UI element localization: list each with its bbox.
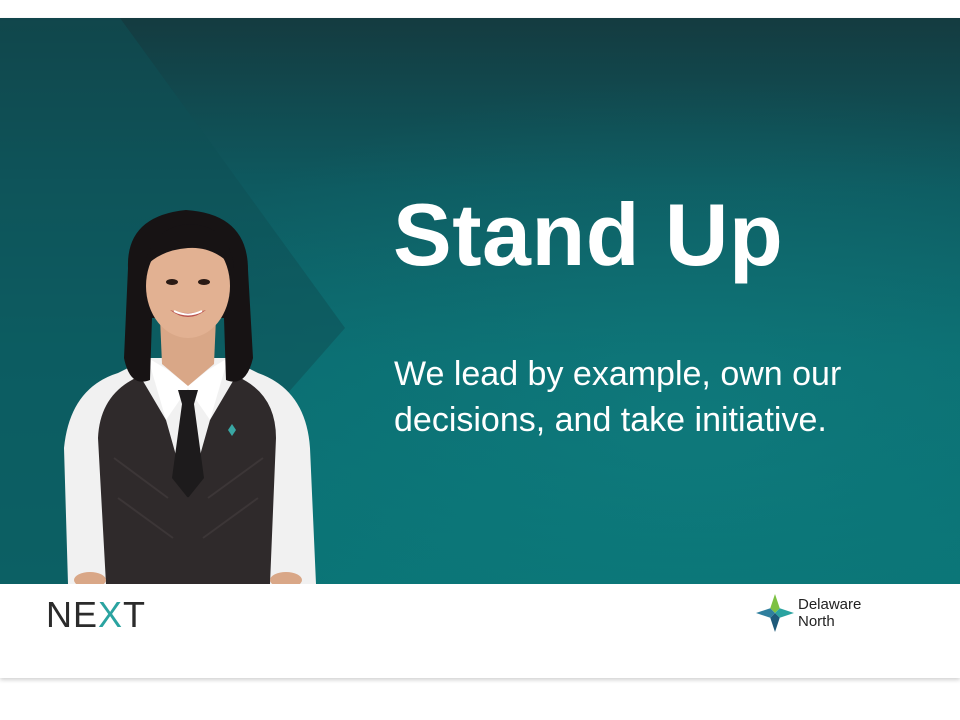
next-logo: NEXT	[46, 597, 146, 633]
delaware-north-logo: Delaware North	[756, 594, 886, 638]
footer-bar: NEXT Delaware North	[0, 584, 960, 678]
slide: Stand Up We lead by example, own our dec…	[0, 18, 960, 678]
delaware-north-wordmark: Delaware North	[798, 596, 861, 630]
employee-photo	[64, 210, 316, 584]
delaware-north-star-icon	[756, 594, 794, 632]
page: Stand Up We lead by example, own our dec…	[0, 0, 960, 720]
next-logo-part2: T	[123, 594, 147, 635]
next-logo-part1: NE	[46, 594, 99, 635]
next-logo-accent: X	[98, 594, 124, 635]
slide-title: Stand Up	[393, 185, 784, 284]
hero-banner: Stand Up We lead by example, own our dec…	[0, 18, 960, 584]
delaware-north-line2: North	[798, 613, 835, 630]
delaware-north-line1: Delaware	[798, 596, 862, 613]
slide-body-text: We lead by example, own our decisions, a…	[394, 355, 842, 439]
